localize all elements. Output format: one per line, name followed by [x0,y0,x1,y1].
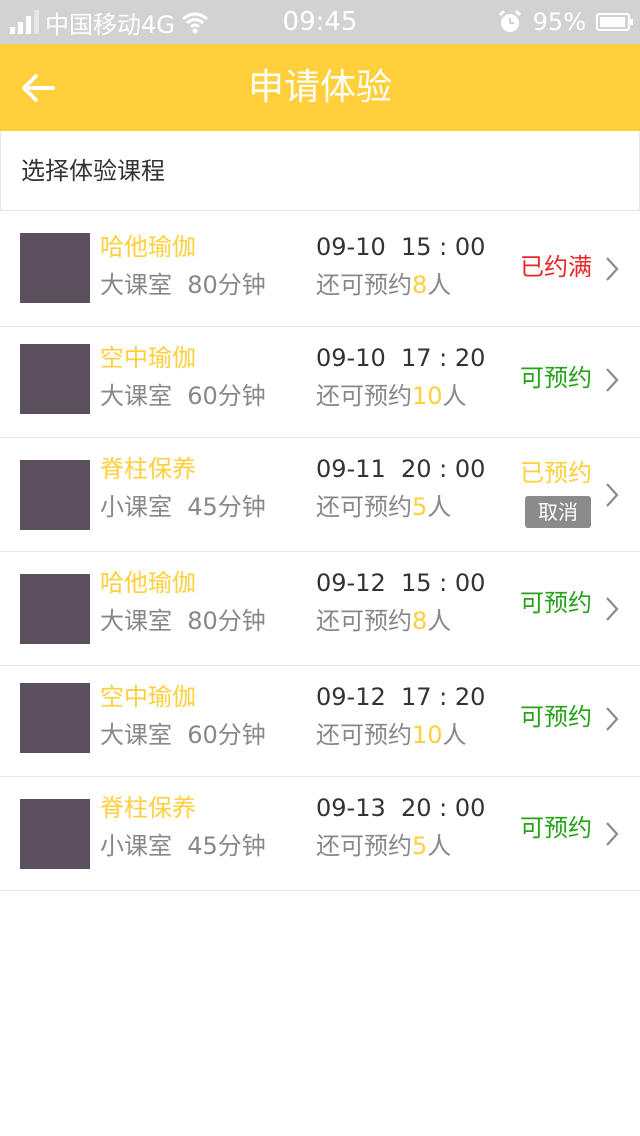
remaining-seats: 还可预约5人 [316,492,451,522]
remaining-seats: 还可预约10人 [316,381,467,411]
course-name: 脊柱保养 [100,455,196,483]
remaining-suffix: 人 [427,271,452,299]
top-navbar: 申请体验 [0,44,640,131]
chevron-right-icon [606,707,619,731]
battery-percent: 95% [532,8,586,36]
status-label: 已预约 [520,459,592,487]
course-time: 09-12 17 : 20 [316,683,486,711]
course-thumbnail [20,233,90,303]
course-time: 09-13 20 : 00 [316,794,486,822]
course-time: 09-11 20 : 00 [316,455,486,483]
course-meta: 大课室 60分钟 [100,721,266,749]
section-title: 选择体验课程 [21,157,165,185]
remaining-suffix: 人 [427,493,452,521]
remaining-count: 10 [412,721,443,749]
course-name: 哈他瑜伽 [100,569,196,597]
course-row[interactable]: 空中瑜伽 大课室 60分钟 09-10 17 : 20 还可预约10人 可预约 [0,327,640,438]
course-thumbnail [20,344,90,414]
remaining-suffix: 人 [442,382,467,410]
remaining-prefix: 还可预约 [316,493,412,521]
remaining-prefix: 还可预约 [316,271,412,299]
remaining-count: 5 [412,493,428,521]
remaining-prefix: 还可预约 [316,607,412,635]
remaining-suffix: 人 [427,832,452,860]
course-time: 09-10 17 : 20 [316,344,486,372]
course-name: 脊柱保养 [100,794,196,822]
alarm-icon [498,9,521,32]
course-time: 09-10 15 : 00 [316,233,486,261]
course-time: 09-12 15 : 00 [316,569,486,597]
remaining-count: 8 [412,271,428,299]
course-name: 空中瑜伽 [100,683,196,711]
remaining-count: 10 [412,382,443,410]
section-header: 选择体验课程 [0,131,640,211]
course-row[interactable]: 脊柱保养 小课室 45分钟 09-13 20 : 00 还可预约5人 可预约 [0,777,640,891]
course-row[interactable]: 脊柱保养 小课室 45分钟 09-11 20 : 00 还可预约5人 已预约 取… [0,438,640,552]
course-thumbnail [20,683,90,753]
remaining-count: 5 [412,832,428,860]
chevron-right-icon [606,822,619,846]
course-meta: 小课室 45分钟 [100,493,266,521]
course-meta: 大课室 80分钟 [100,607,266,635]
chevron-right-icon [606,257,619,281]
remaining-suffix: 人 [427,607,452,635]
course-meta: 大课室 60分钟 [100,382,266,410]
course-meta: 小课室 45分钟 [100,832,266,860]
remaining-prefix: 还可预约 [316,721,412,749]
status-label: 可预约 [520,589,592,617]
status-bar: 中国移动4G 09:45 95% [0,0,640,44]
course-thumbnail [20,799,90,869]
status-label: 已约满 [520,253,592,281]
course-meta: 大课室 80分钟 [100,271,266,299]
remaining-suffix: 人 [442,721,467,749]
remaining-prefix: 还可预约 [316,832,412,860]
status-right: 95% [497,6,633,38]
status-label: 可预约 [520,703,592,731]
cancel-booking-button[interactable]: 取消 [525,496,591,528]
remaining-seats: 还可预约5人 [316,831,451,861]
remaining-seats: 还可预约10人 [316,720,467,750]
course-row[interactable]: 哈他瑜伽 大课室 80分钟 09-12 15 : 00 还可预约8人 可预约 [0,552,640,666]
status-label: 可预约 [520,814,592,842]
remaining-seats: 还可预约8人 [316,606,451,636]
remaining-seats: 还可预约8人 [316,270,451,300]
chevron-right-icon [606,483,619,507]
chevron-right-icon [606,368,619,392]
page-title: 申请体验 [247,67,392,108]
remaining-prefix: 还可预约 [316,382,412,410]
course-thumbnail [20,460,90,530]
course-thumbnail [20,574,90,644]
course-name: 空中瑜伽 [100,344,196,372]
course-name: 哈他瑜伽 [100,233,196,261]
course-row[interactable]: 哈他瑜伽 大课室 80分钟 09-10 15 : 00 还可预约8人 已约满 [0,216,640,327]
course-row[interactable]: 空中瑜伽 大课室 60分钟 09-12 17 : 20 还可预约10人 可预约 [0,666,640,777]
status-label: 可预约 [520,364,592,392]
course-list: 哈他瑜伽 大课室 80分钟 09-10 15 : 00 还可预约8人 已约满 空… [0,216,640,891]
chevron-right-icon [606,597,619,621]
remaining-count: 8 [412,607,428,635]
battery-icon [596,13,633,31]
